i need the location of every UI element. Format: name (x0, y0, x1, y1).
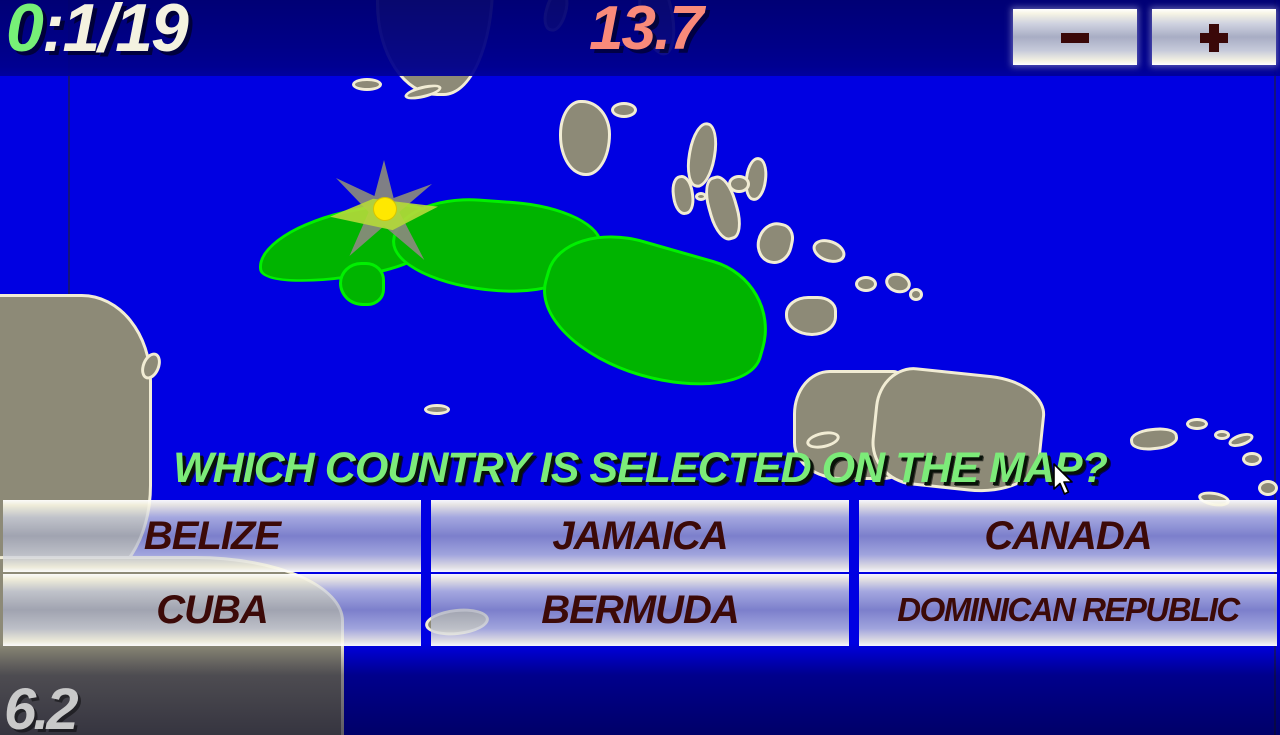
landmass-cayman (424, 404, 450, 415)
score-points: 0 (6, 0, 44, 66)
score-progress: :1/19 (41, 0, 189, 66)
landmass-islet (909, 288, 923, 301)
landmass-isla-de-la-juventud[interactable] (339, 262, 385, 306)
landmass-bahamas-islet (728, 175, 750, 193)
answer-label: BERMUDA (541, 587, 739, 632)
landmass-virgin-islands (1186, 418, 1208, 430)
answer-label: DOMINICAN REPUBLIC (897, 591, 1240, 628)
countdown-timer: 13.7 (589, 0, 704, 63)
landmass-great-inagua (785, 296, 837, 336)
marker-center-dot-icon (374, 198, 396, 220)
screen-vignette (0, 643, 1280, 735)
zoom-level-indicator: 6.2 (4, 677, 79, 735)
landmass-bahamas-islet (695, 192, 707, 201)
landmass-florida-keys (352, 78, 382, 91)
answer-button-cuba[interactable]: CUBA (3, 574, 421, 646)
answer-button-dominican-republic[interactable]: DOMINICAN REPUBLIC (859, 574, 1277, 646)
quiz-game-screen: 0:1/19 13.7 6.2 WHICH COUNTRY IS SELECTE… (0, 0, 1280, 735)
answer-button-belize[interactable]: BELIZE (3, 500, 421, 572)
answer-label: BELIZE (143, 513, 281, 558)
answer-label: CANADA (984, 513, 1152, 558)
minus-icon (1058, 20, 1092, 54)
question-prompt: WHICH COUNTRY IS SELECTED ON THE MAP? (173, 444, 1108, 492)
landmass-bahamas-crooked (753, 218, 797, 268)
landmass-turks-caicos (855, 276, 877, 292)
zoom-in-button[interactable] (1152, 9, 1276, 65)
selection-star-marker (330, 160, 438, 260)
landmass-bahamas-islet (611, 102, 637, 118)
landmass-bahamas-andros (559, 100, 611, 176)
answer-button-jamaica[interactable]: JAMAICA (431, 500, 849, 572)
score-display: 0:1/19 (6, 0, 189, 62)
answer-button-bermuda[interactable]: BERMUDA (431, 574, 849, 646)
zoom-out-button[interactable] (1013, 9, 1137, 65)
answer-label: JAMAICA (552, 513, 728, 558)
landmass-bahamas-mayaguana (809, 234, 849, 268)
answer-button-canada[interactable]: CANADA (859, 500, 1277, 572)
plus-icon (1197, 20, 1231, 54)
answer-label: CUBA (156, 587, 269, 632)
answer-options-grid: BELIZE JAMAICA CANADA CUBA BERMUDA DOMIN… (0, 500, 1280, 646)
landmass-virgin-islands (1214, 430, 1230, 440)
